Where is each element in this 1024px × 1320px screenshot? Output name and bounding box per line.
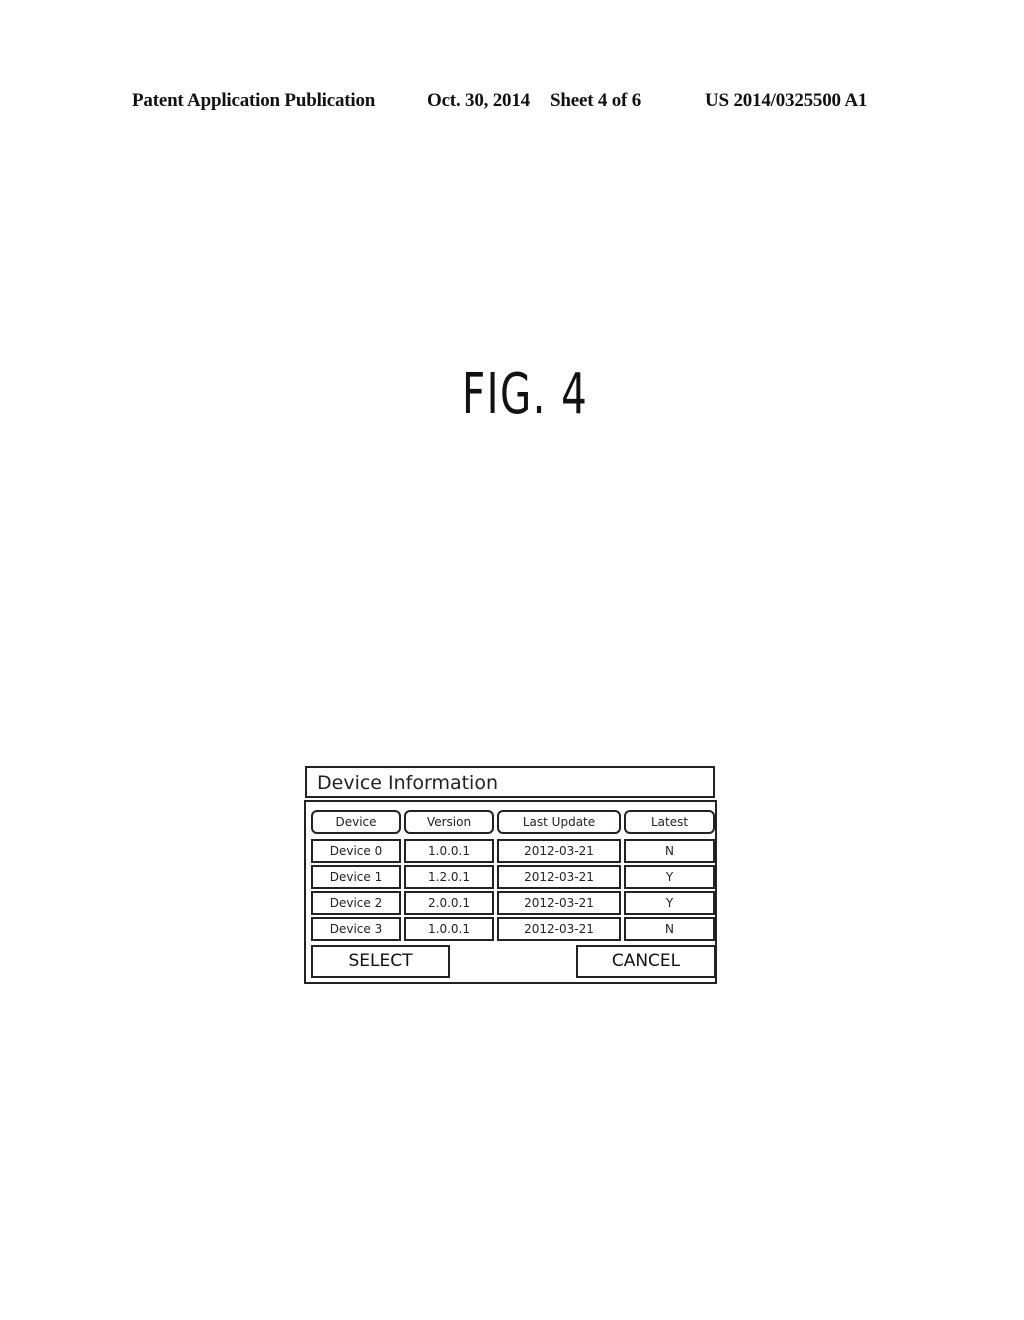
header-date: Oct. 30, 2014	[427, 90, 530, 111]
cell-last-update[interactable]: 2012-03-21	[497, 891, 621, 915]
cancel-button[interactable]: CANCEL	[576, 945, 716, 978]
cell-latest[interactable]: Y	[624, 865, 715, 889]
cell-device[interactable]: Device 0	[311, 839, 401, 863]
figure-label: FIG. 4	[462, 362, 589, 427]
dialog-title: Device Information	[305, 766, 715, 798]
header-sheet: Sheet 4 of 6	[550, 90, 642, 111]
header-publication: Patent Application Publication	[132, 90, 376, 111]
cell-version[interactable]: 1.0.0.1	[404, 917, 494, 941]
select-button[interactable]: SELECT	[311, 945, 450, 978]
cell-latest[interactable]: N	[624, 917, 715, 941]
device-info-dialog: Device Version Last Update Latest Device…	[304, 800, 717, 984]
column-header-version[interactable]: Version	[404, 810, 494, 834]
column-header-device[interactable]: Device	[311, 810, 401, 834]
header-patent-number: US 2014/0325500 A1	[705, 90, 868, 111]
cell-last-update[interactable]: 2012-03-21	[497, 917, 621, 941]
cell-latest[interactable]: N	[624, 839, 715, 863]
cell-device[interactable]: Device 3	[311, 917, 401, 941]
column-header-last-update[interactable]: Last Update	[497, 810, 621, 834]
cell-device[interactable]: Device 2	[311, 891, 401, 915]
cell-version[interactable]: 2.0.0.1	[404, 891, 494, 915]
cell-version[interactable]: 1.0.0.1	[404, 839, 494, 863]
cell-latest[interactable]: Y	[624, 891, 715, 915]
cell-version[interactable]: 1.2.0.1	[404, 865, 494, 889]
cell-last-update[interactable]: 2012-03-21	[497, 839, 621, 863]
cell-device[interactable]: Device 1	[311, 865, 401, 889]
cell-last-update[interactable]: 2012-03-21	[497, 865, 621, 889]
column-header-latest[interactable]: Latest	[624, 810, 715, 834]
